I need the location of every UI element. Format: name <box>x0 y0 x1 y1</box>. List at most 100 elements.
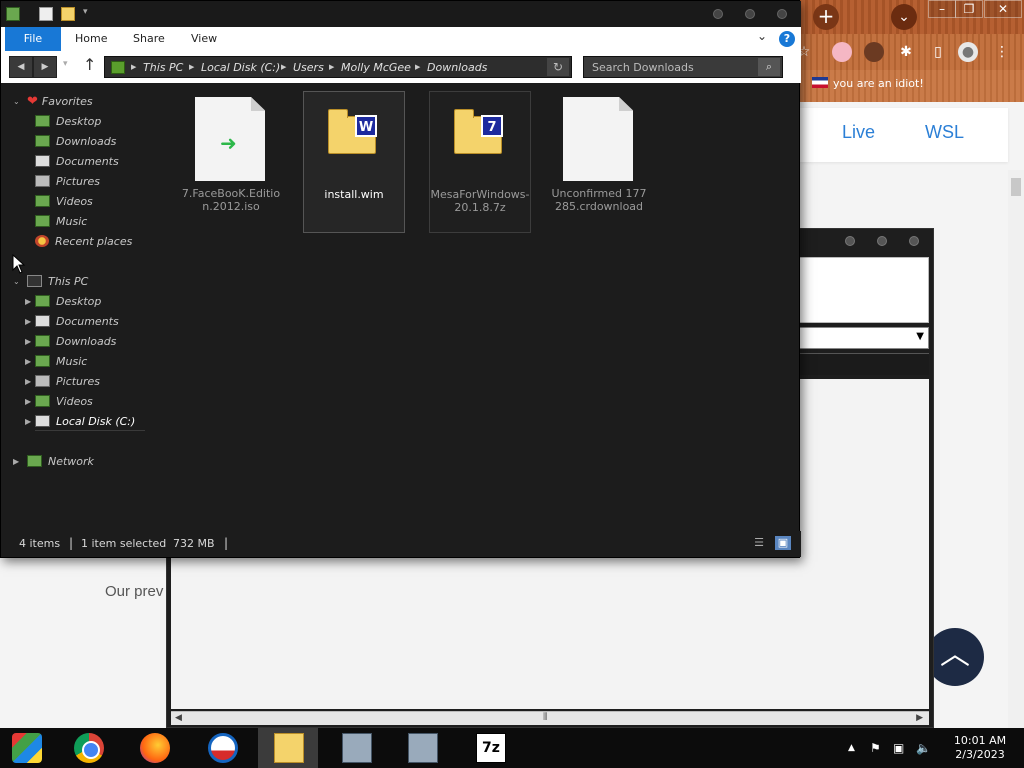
nav-fav-downloads[interactable]: Downloads <box>35 133 116 151</box>
nav-pc-documents[interactable]: ▶ Documents <box>25 313 119 331</box>
nav-pc-videos[interactable]: ▶ Videos <box>25 393 93 411</box>
forward-button[interactable]: ▶ <box>33 56 57 78</box>
up-arrow-icon[interactable]: ↑ <box>83 55 96 74</box>
file-item-mesa-7z[interactable]: 7 MesaForWindows-20.1.8.7z <box>429 91 531 233</box>
bookmark-item[interactable]: you are an idiot! <box>812 77 924 90</box>
breadcrumb-separator-icon[interactable]: ▶ <box>329 63 334 71</box>
breadcrumb-this-pc[interactable]: This PC <box>143 61 183 74</box>
chevron-right-icon[interactable]: ▶ <box>25 333 31 351</box>
chevron-right-icon[interactable]: ▶ <box>25 413 31 431</box>
help-icon[interactable]: ? <box>779 31 795 47</box>
tab-home[interactable]: Home <box>63 27 119 51</box>
start-button[interactable] <box>0 728 60 768</box>
extension-avatar-icon[interactable] <box>864 42 884 62</box>
scrollbar-thumb[interactable] <box>1011 178 1021 196</box>
large-icons-view-icon[interactable]: ▣ <box>775 536 791 550</box>
page-scrollbar[interactable] <box>1008 170 1024 728</box>
dialog-maximize-button[interactable] <box>877 236 888 246</box>
file-item-install-wim[interactable]: W install.wim <box>303 91 405 233</box>
explorer-app-icon[interactable] <box>6 7 20 21</box>
file-item-iso[interactable]: ➜ 7.FaceBooK.Edition.2012.iso <box>181 91 283 233</box>
scroll-grip-icon[interactable]: ⦀ <box>543 712 547 723</box>
tab-view[interactable]: View <box>179 27 229 51</box>
browser-restore-button[interactable]: ❐ <box>955 0 983 18</box>
extension-flag-icon[interactable] <box>832 42 852 62</box>
nav-fav-videos[interactable]: Videos <box>35 193 93 211</box>
chevron-right-icon[interactable]: ▶ <box>25 313 31 331</box>
taskbar-firefox[interactable] <box>124 728 184 768</box>
tab-search-button[interactable]: ⌄ <box>891 4 917 30</box>
nav-fav-documents[interactable]: Documents <box>35 153 119 171</box>
new-folder-icon[interactable] <box>61 7 75 21</box>
taskbar-file-explorer[interactable] <box>258 728 318 768</box>
browser-menu-icon[interactable]: ⋮ <box>992 42 1012 62</box>
action-center-flag-icon[interactable]: ⚑ <box>870 728 881 768</box>
profile-icon[interactable]: ● <box>958 42 978 62</box>
taskbar-campaign-app[interactable] <box>192 728 252 768</box>
tab-share[interactable]: Share <box>121 27 177 51</box>
nav-pc-downloads[interactable]: ▶ Downloads <box>25 333 116 351</box>
tab-file[interactable]: File <box>5 27 61 51</box>
breadcrumb-users[interactable]: Users <box>293 61 324 74</box>
nav-link-wsl[interactable]: WSL <box>925 122 964 143</box>
scroll-right-icon[interactable]: ▶ <box>916 713 923 723</box>
chevron-right-icon[interactable]: ▶ <box>13 453 19 471</box>
nav-link-live[interactable]: Live <box>842 122 875 143</box>
taskbar-7zip[interactable]: 7z <box>460 728 520 768</box>
side-panel-icon[interactable]: ▯ <box>928 42 948 62</box>
chevron-down-icon[interactable]: ⌄ <box>13 273 20 291</box>
nav-fav-pictures[interactable]: Pictures <box>35 173 100 191</box>
breadcrumb-separator-icon[interactable]: ▶ <box>281 63 286 71</box>
customize-toolbar-icon[interactable]: ▾ <box>83 7 88 17</box>
breadcrumb-downloads[interactable]: Downloads <box>427 61 487 74</box>
breadcrumb-local-disk[interactable]: Local Disk (C:) <box>201 61 280 74</box>
nav-favorites[interactable]: ⌄ ❤ Favorites <box>13 93 93 111</box>
nav-pc-music[interactable]: ▶ Music <box>25 353 87 371</box>
file-item-crdownload[interactable]: Unconfirmed 177285.crdownload <box>549 91 651 233</box>
nav-fav-recent-places[interactable]: Recent places <box>35 233 132 251</box>
taskbar-chrome[interactable] <box>58 728 118 768</box>
taskbar-setup-1[interactable] <box>326 728 386 768</box>
search-input[interactable] <box>584 57 758 77</box>
breadcrumb-separator-icon[interactable]: ▶ <box>131 63 136 71</box>
chevron-right-icon[interactable]: ▶ <box>25 373 31 391</box>
network-status-icon[interactable]: ▣ <box>893 728 904 768</box>
browser-close-button[interactable]: ✕ <box>984 0 1022 18</box>
breadcrumb-separator-icon[interactable]: ▶ <box>415 63 420 71</box>
nav-pc-pictures[interactable]: ▶ Pictures <box>25 373 100 391</box>
nav-pc-desktop[interactable]: ▶ Desktop <box>25 293 101 311</box>
chevron-right-icon[interactable]: ▶ <box>25 293 31 311</box>
search-icon[interactable]: ⌕ <box>758 58 780 76</box>
extensions-puzzle-icon[interactable]: ✱ <box>896 42 916 62</box>
dialog-minimize-button[interactable] <box>845 236 856 246</box>
browser-minimize-button[interactable]: – <box>928 0 956 18</box>
dialog-horizontal-scrollbar[interactable]: ◀ ⦀ ▶ <box>171 711 929 725</box>
ribbon-expand-icon[interactable]: ⌄ <box>757 29 767 43</box>
chevron-right-icon[interactable]: ▶ <box>25 353 31 371</box>
refresh-icon[interactable]: ↻ <box>547 58 569 76</box>
dialog-close-button[interactable] <box>909 236 919 246</box>
nav-pc-local-disk[interactable]: ▶ Local Disk (C:) <box>25 413 145 431</box>
scroll-to-top-button[interactable]: ︿ <box>926 628 984 686</box>
breadcrumb-separator-icon[interactable]: ▶ <box>189 63 194 71</box>
address-bar[interactable]: ▶ This PC ▶ Local Disk (C:) ▶ Users ▶ Mo… <box>104 56 572 78</box>
nav-this-pc[interactable]: ⌄ This PC <box>13 273 88 291</box>
nav-network[interactable]: ▶ Network <box>13 453 94 471</box>
new-tab-button[interactable]: + <box>813 4 839 30</box>
explorer-maximize-button[interactable] <box>745 9 756 19</box>
nav-fav-music[interactable]: Music <box>35 213 87 231</box>
chevron-down-icon[interactable]: ⌄ <box>13 93 20 111</box>
volume-icon[interactable]: 🔈 <box>916 728 931 768</box>
details-view-icon[interactable]: ☰ <box>751 536 767 550</box>
back-button[interactable]: ◀ <box>9 56 33 78</box>
properties-icon[interactable] <box>39 7 53 21</box>
show-hidden-icons-icon[interactable]: ▲ <box>848 728 855 768</box>
chevron-right-icon[interactable]: ▶ <box>25 393 31 411</box>
nav-fav-desktop[interactable]: Desktop <box>35 113 101 131</box>
scroll-left-icon[interactable]: ◀ <box>175 713 182 723</box>
explorer-minimize-button[interactable] <box>713 9 724 19</box>
taskbar-setup-2[interactable] <box>392 728 452 768</box>
recent-locations-icon[interactable]: ▾ <box>63 59 68 69</box>
explorer-close-button[interactable] <box>777 9 787 19</box>
taskbar-clock[interactable]: 10:01 AM 2/3/2023 <box>948 734 1012 762</box>
